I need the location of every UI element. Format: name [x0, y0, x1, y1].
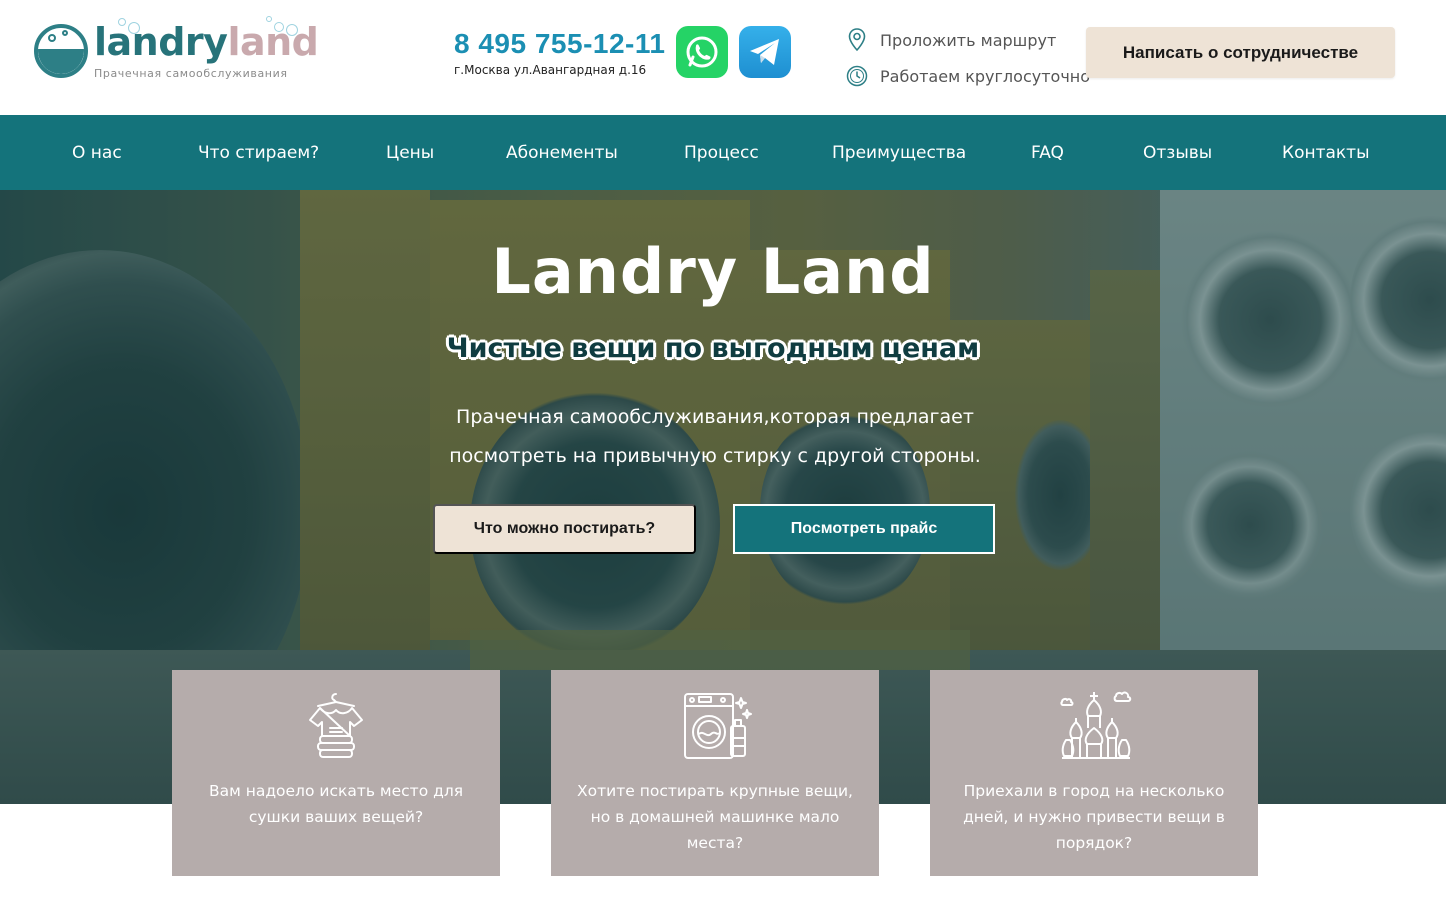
logo-text-land: land: [227, 20, 319, 64]
nav-item-prices[interactable]: Цены: [386, 115, 434, 190]
address-text: г.Москва ул.Авангардная д.16: [454, 63, 647, 77]
nav-item-about[interactable]: О нас: [72, 115, 122, 190]
route-label: Проложить маршрут: [880, 30, 1057, 50]
nav-item-contacts[interactable]: Контакты: [1282, 115, 1370, 190]
feature-card-drying: Вам надоело искать место для сушки ваших…: [172, 670, 500, 876]
route-link[interactable]: Проложить маршрут: [846, 28, 1056, 52]
nav-item-subscriptions[interactable]: Абонементы: [506, 115, 618, 190]
nav-item-reviews[interactable]: Отзывы: [1143, 115, 1212, 190]
kremlin-icon: [1054, 688, 1134, 764]
hours-info: Работаем круглосуточно: [846, 64, 1090, 88]
washing-machine-icon: [675, 688, 755, 764]
nav-item-what-we-wash[interactable]: Что стираем?: [198, 115, 319, 190]
clothes-hanger-icon: [296, 688, 376, 764]
hero-description: Прачечная самообслуживания,которая предл…: [449, 406, 981, 467]
nav-item-advantages[interactable]: Преимущества: [832, 115, 966, 190]
map-pin-icon: [846, 28, 868, 52]
hero-title: Landry Land: [491, 235, 935, 308]
nav-item-faq[interactable]: FAQ: [1031, 115, 1064, 190]
logo-subtitle: Прачечная самообслуживания: [94, 67, 288, 80]
hero-subtitle: Чистые вещи по выгодным ценам: [446, 333, 980, 364]
feature-card-text: Приехали в город на несколько дней, и ну…: [963, 782, 1225, 852]
hours-label: Работаем круглосуточно: [880, 66, 1091, 86]
main-nav: О нас Что стираем? Цены Абонементы Проце…: [0, 115, 1446, 190]
logo-text-landry: landry: [94, 20, 228, 64]
whatsapp-icon[interactable]: [676, 26, 728, 78]
feature-card-text: Хотите постирать крупные вещи, но в дома…: [577, 782, 853, 852]
feature-card-large-items: Хотите постирать крупные вещи, но в дома…: [551, 670, 879, 876]
what-to-wash-button[interactable]: Что можно постирать?: [433, 504, 696, 554]
site-header: landryland Прачечная самообслуживания 8 …: [0, 0, 1446, 115]
logo[interactable]: landryland Прачечная самообслуживания: [34, 16, 319, 86]
phone-link[interactable]: 8 495 755-12-11: [454, 28, 665, 60]
telegram-icon[interactable]: [739, 26, 791, 78]
clock-icon: [846, 64, 868, 88]
feature-card-travel: Приехали в город на несколько дней, и ну…: [930, 670, 1258, 876]
cooperation-button[interactable]: Написать о сотрудничестве: [1086, 27, 1395, 78]
view-prices-button[interactable]: Посмотреть прайс: [733, 504, 995, 554]
feature-card-text: Вам надоело искать место для сушки ваших…: [208, 782, 464, 826]
logo-washer-icon: [34, 24, 88, 78]
nav-item-process[interactable]: Процесс: [684, 115, 759, 190]
